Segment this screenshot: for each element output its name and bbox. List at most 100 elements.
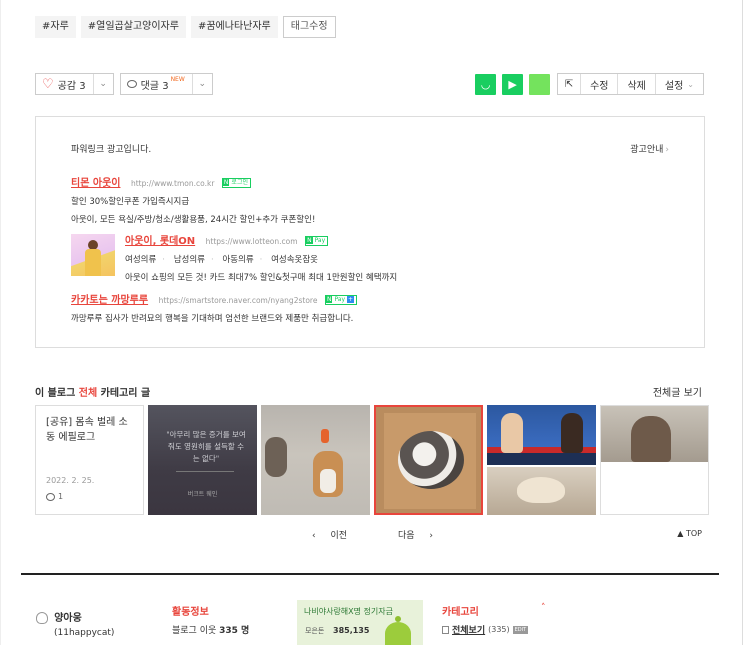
post-card-image[interactable] bbox=[600, 405, 709, 515]
chevron-right-icon: › bbox=[665, 145, 669, 155]
banner-amount: 385,135 bbox=[333, 626, 370, 635]
folder-icon bbox=[442, 625, 449, 634]
next-label: 다음 bbox=[397, 531, 415, 541]
ad-tab[interactable]: 여성의류 bbox=[125, 255, 156, 265]
post-card[interactable]: [공유] 몸속 벌레 소동 에필로그 2022. 2. 25. 1 bbox=[35, 405, 144, 515]
chevron-down-icon[interactable]: ⌄ bbox=[94, 74, 113, 94]
ad-item: 카카토는 까망루루 https://smartstore.naver.com/n… bbox=[71, 291, 358, 324]
ad-title[interactable]: 티몬 아웃이 bbox=[71, 178, 120, 189]
category-header: 카테고리 bbox=[442, 607, 479, 618]
next-button[interactable]: 다음 › bbox=[386, 531, 433, 541]
chevron-down-icon[interactable]: ⌄ bbox=[193, 74, 212, 94]
bowl-icon[interactable]: ◡ bbox=[475, 73, 497, 95]
divider-line bbox=[176, 471, 234, 472]
powerlink-header: 파워링크 광고입니다. bbox=[71, 145, 152, 155]
ad-guide-label: 광고안내 bbox=[630, 145, 664, 155]
ad-line: 까망루루 집사가 반려묘의 행복을 기대하며 엄선한 브랜드와 제품만 취급합니… bbox=[71, 314, 354, 324]
blog-profile[interactable]: 양아웅 (11happycat) bbox=[36, 609, 114, 638]
comment-count: 1 bbox=[46, 492, 63, 501]
collapse-icon[interactable]: ˄ bbox=[541, 603, 546, 613]
bookmark-icon[interactable]: ▶ bbox=[502, 73, 524, 95]
comment-label: 댓글 3 bbox=[140, 80, 169, 92]
edit-badge[interactable]: EDIT bbox=[512, 625, 529, 634]
post-title: [공유] 몸속 벌레 소동 에필로그 bbox=[46, 417, 128, 443]
naver-pay-badge: N Pay + bbox=[324, 295, 358, 305]
toy-figure bbox=[321, 429, 329, 443]
ad-line: 아웃이, 모든 욕실/주방/청소/생활용품, 24시간 할인+추가 쿠폰할인! bbox=[71, 215, 316, 225]
tab-separator: · bbox=[162, 255, 165, 265]
banner-sub: 모은돈 bbox=[305, 627, 325, 635]
donation-banner[interactable]: 나비야사랑해X명 정기자금 모은돈 385,135 bbox=[297, 600, 423, 645]
ad-item: 티몬 아웃이 http://www.tmon.co.kr N 로그인 할인 30%… bbox=[71, 174, 315, 225]
share-icon[interactable]: ⇱ bbox=[558, 74, 580, 94]
memo-icon[interactable] bbox=[529, 73, 551, 95]
edit-button[interactable]: 수정 bbox=[580, 74, 617, 94]
quote-text: "아무리 많은 증거를 보여줘도 영원히를 설득할 수는 없다" bbox=[166, 430, 246, 463]
category-item-all[interactable]: 전체보기 (335) EDIT bbox=[442, 623, 529, 636]
person-figure bbox=[561, 413, 583, 453]
tag-item[interactable]: #꿈에나타난자루 bbox=[190, 16, 278, 38]
new-badge: NEW bbox=[170, 75, 185, 83]
top-button[interactable]: ▲ TOP bbox=[677, 529, 702, 538]
like-button[interactable]: ♡ 공감 3 ⌄ bbox=[35, 73, 114, 95]
like-label: 공감 3 bbox=[57, 80, 86, 92]
ad-tab[interactable]: 여성속옷잠옷 bbox=[271, 255, 318, 265]
ad-title[interactable]: 카카토는 까망루루 bbox=[71, 295, 148, 306]
tag-item[interactable]: #열일곱살고양이자루 bbox=[80, 16, 186, 38]
badge-label: Pay bbox=[334, 296, 346, 303]
top-label: TOP bbox=[685, 529, 702, 538]
ad-tab[interactable]: 아동의류 bbox=[222, 255, 253, 265]
ad-guide-link[interactable]: 광고안내 › bbox=[630, 142, 669, 155]
section-divider bbox=[21, 573, 719, 575]
prev-label: 이전 bbox=[330, 531, 348, 541]
ad-url[interactable]: https://www.lotteon.com bbox=[206, 237, 298, 246]
edit-tools: ⇱ 수정 삭제 설정 ⌄ bbox=[557, 73, 704, 95]
ad-line: 아웃이 쇼핑의 모든 것! 카드 최대7% 할인&첫구매 최대 1만원할인 혜택… bbox=[125, 273, 398, 283]
view-all-link[interactable]: 전체글 보기 bbox=[653, 384, 702, 399]
ad-url[interactable]: http://www.tmon.co.kr bbox=[131, 179, 214, 188]
neighbors-label: 블로그 이웃 bbox=[172, 626, 217, 636]
plus-icon: + bbox=[347, 296, 355, 303]
tag-list: #자루 #열일곱살고양이자루 #꿈에나타난자루 태그수정 bbox=[35, 16, 336, 38]
ad-url[interactable]: https://smartstore.naver.com/nyang2store bbox=[159, 296, 318, 305]
delete-button[interactable]: 삭제 bbox=[617, 74, 654, 94]
post-card-image[interactable] bbox=[261, 405, 370, 515]
naver-n-icon: N bbox=[325, 296, 333, 303]
mascot-icon bbox=[385, 616, 411, 645]
title-highlight: 전체 bbox=[78, 388, 98, 399]
comment-button[interactable]: 댓글 3 NEW ⌄ bbox=[119, 73, 213, 95]
reaction-bar: ♡ 공감 3 ⌄ 댓글 3 NEW ⌄ bbox=[35, 73, 213, 95]
naver-pay-badge: N Pay bbox=[305, 236, 329, 246]
prev-button[interactable]: ‹ 이전 bbox=[312, 531, 359, 541]
naver-n-icon: N bbox=[306, 237, 313, 244]
like-main[interactable]: ♡ 공감 3 bbox=[36, 74, 94, 94]
ad-title[interactable]: 아웃이, 롯데ON bbox=[125, 236, 195, 247]
chevron-down-icon: ⌄ bbox=[687, 79, 694, 89]
comment-main[interactable]: 댓글 3 NEW bbox=[121, 74, 193, 94]
model-dress bbox=[85, 249, 101, 276]
blog-handle: (11happycat) bbox=[54, 628, 115, 638]
post-card-image[interactable]: "아무리 많은 증거를 보여줘도 영원히를 설득할 수는 없다" 버크트 웨인 bbox=[148, 405, 257, 515]
tag-item[interactable]: #자루 bbox=[35, 16, 76, 38]
post-card-image-selected[interactable] bbox=[374, 405, 483, 515]
moth-figure bbox=[517, 477, 565, 503]
post-card-image[interactable] bbox=[487, 405, 596, 515]
ad-tab[interactable]: 남성의류 bbox=[174, 255, 205, 265]
tab-separator: · bbox=[210, 255, 214, 265]
tag-edit-button[interactable]: 태그수정 bbox=[282, 16, 336, 38]
category-label: 전체보기 bbox=[452, 626, 486, 636]
category-section-title: 이 블로그 전체 카테고리 글 bbox=[35, 384, 150, 399]
ad-thumbnail-image[interactable] bbox=[71, 234, 115, 276]
cat-figure bbox=[313, 451, 343, 497]
category-count: (335) bbox=[488, 625, 510, 634]
neighbors-count: 335 명 bbox=[219, 626, 250, 636]
naver-login-badge: N 로그인 bbox=[221, 178, 251, 188]
activity-header: 활동정보 bbox=[172, 607, 209, 618]
badge-label: Pay bbox=[314, 237, 326, 244]
tab-separator: · bbox=[259, 255, 263, 265]
post-footer-panel: #자루 #열일곱살고양이자루 #꿈에나타난자루 태그수정 ♡ 공감 3 ⌄ 댓글… bbox=[0, 0, 743, 645]
ad-category-tabs: 여성의류 · 남성의류 · 아동의류 · 여성속옷잠옷 bbox=[125, 253, 397, 265]
comment-count-value: 1 bbox=[58, 492, 64, 501]
title-prefix: 이 블로그 bbox=[35, 388, 76, 399]
settings-button[interactable]: 설정 ⌄ bbox=[654, 74, 703, 94]
